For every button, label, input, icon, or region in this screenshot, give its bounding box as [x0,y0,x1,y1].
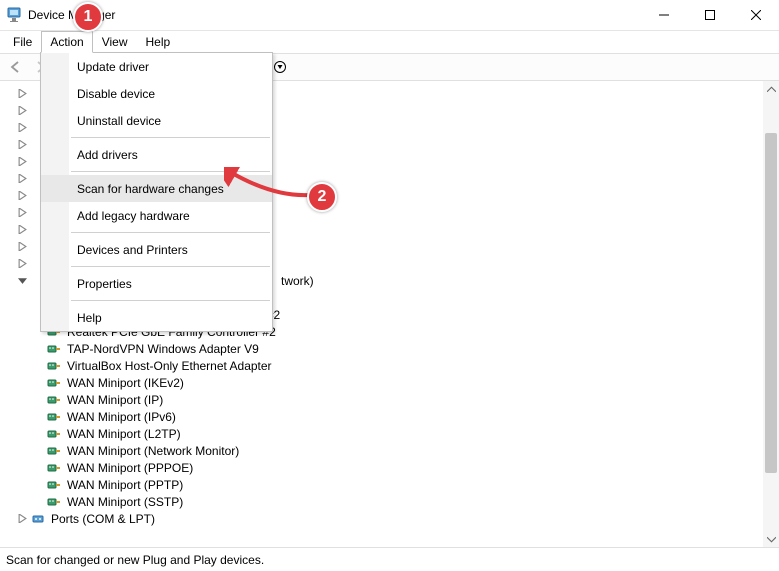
menu-help[interactable]: Help [137,31,180,53]
network-adapter-icon [46,460,62,476]
expander-icon[interactable] [16,88,28,100]
network-adapter-icon [46,443,62,459]
app-icon [6,7,22,23]
device-item[interactable]: VirtualBox Host-Only Ethernet Adapter [0,357,779,374]
device-label: WAN Miniport (IPv6) [66,410,177,424]
menu-devices-printers[interactable]: Devices and Printers [41,236,272,263]
menu-add-drivers[interactable]: Add drivers [41,141,272,168]
device-label: WAN Miniport (L2TP) [66,427,182,441]
annotation-2: 2 [307,182,337,212]
menu-separator [71,232,270,233]
back-button[interactable] [4,56,26,78]
device-label: WAN Miniport (IP) [66,393,164,407]
device-item[interactable]: WAN Miniport (SSTP) [0,493,779,510]
menu-help-item[interactable]: Help [41,304,272,331]
status-bar: Scan for changed or new Plug and Play de… [0,547,779,571]
device-item[interactable]: WAN Miniport (Network Monitor) [0,442,779,459]
menu-uninstall-device[interactable]: Uninstall device [41,107,272,134]
expander-icon[interactable] [16,173,28,185]
expander-icon[interactable] [16,122,28,134]
device-label: WAN Miniport (PPPOE) [66,461,194,475]
device-item[interactable]: WAN Miniport (PPTP) [0,476,779,493]
menu-separator [71,266,270,267]
maximize-button[interactable] [687,0,733,30]
status-text: Scan for changed or new Plug and Play de… [6,553,264,567]
expander-open-icon[interactable] [16,275,28,287]
network-adapter-icon [46,426,62,442]
menu-disable-device[interactable]: Disable device [41,80,272,107]
network-adapter-icon [46,341,62,357]
category-label[interactable]: Ports (COM & LPT) [50,512,156,526]
device-label: WAN Miniport (IKEv2) [66,376,185,390]
network-adapter-icon [46,494,62,510]
network-adapter-icon [46,477,62,493]
device-item[interactable]: WAN Miniport (IKEv2) [0,374,779,391]
annotation-1: 1 [73,2,103,32]
category-label: twork) [280,274,315,288]
device-label: VirtualBox Host-Only Ethernet Adapter [66,359,273,373]
menu-file[interactable]: File [4,31,41,53]
expander-icon[interactable] [16,224,28,236]
expander-icon[interactable] [16,139,28,151]
scroll-down-icon[interactable] [763,531,779,547]
menu-add-legacy[interactable]: Add legacy hardware [41,202,272,229]
expander-icon[interactable] [16,513,28,525]
expander-icon[interactable] [16,241,28,253]
device-label: WAN Miniport (SSTP) [66,495,184,509]
scroll-thumb[interactable] [765,133,777,473]
minimize-button[interactable] [641,0,687,30]
device-label: TAP-NordVPN Windows Adapter V9 [66,342,260,356]
menu-separator [71,137,270,138]
expander-icon[interactable] [16,258,28,270]
menu-separator [71,300,270,301]
network-adapter-icon [46,409,62,425]
menu-action[interactable]: Action [41,31,92,53]
annotation-arrow [224,167,316,203]
device-item[interactable]: TAP-NordVPN Windows Adapter V9 [0,340,779,357]
device-item[interactable]: WAN Miniport (IPv6) [0,408,779,425]
network-adapter-icon [46,375,62,391]
expander-icon[interactable] [16,190,28,202]
device-item[interactable]: WAN Miniport (IP) [0,391,779,408]
ports-icon [30,511,46,527]
device-item[interactable]: WAN Miniport (L2TP) [0,425,779,442]
device-label: WAN Miniport (PPTP) [66,478,184,492]
window-title: Device Manager [28,8,641,22]
device-item[interactable]: WAN Miniport (PPPOE) [0,459,779,476]
device-label: WAN Miniport (Network Monitor) [66,444,240,458]
close-button[interactable] [733,0,779,30]
vertical-scrollbar[interactable] [763,81,779,547]
menu-properties[interactable]: Properties [41,270,272,297]
menu-view[interactable]: View [93,31,137,53]
scroll-up-icon[interactable] [763,81,779,97]
expander-icon[interactable] [16,105,28,117]
network-adapter-icon [46,392,62,408]
menu-update-driver[interactable]: Update driver [41,53,272,80]
expander-icon[interactable] [16,156,28,168]
expander-icon[interactable] [16,207,28,219]
network-adapter-icon [46,358,62,374]
